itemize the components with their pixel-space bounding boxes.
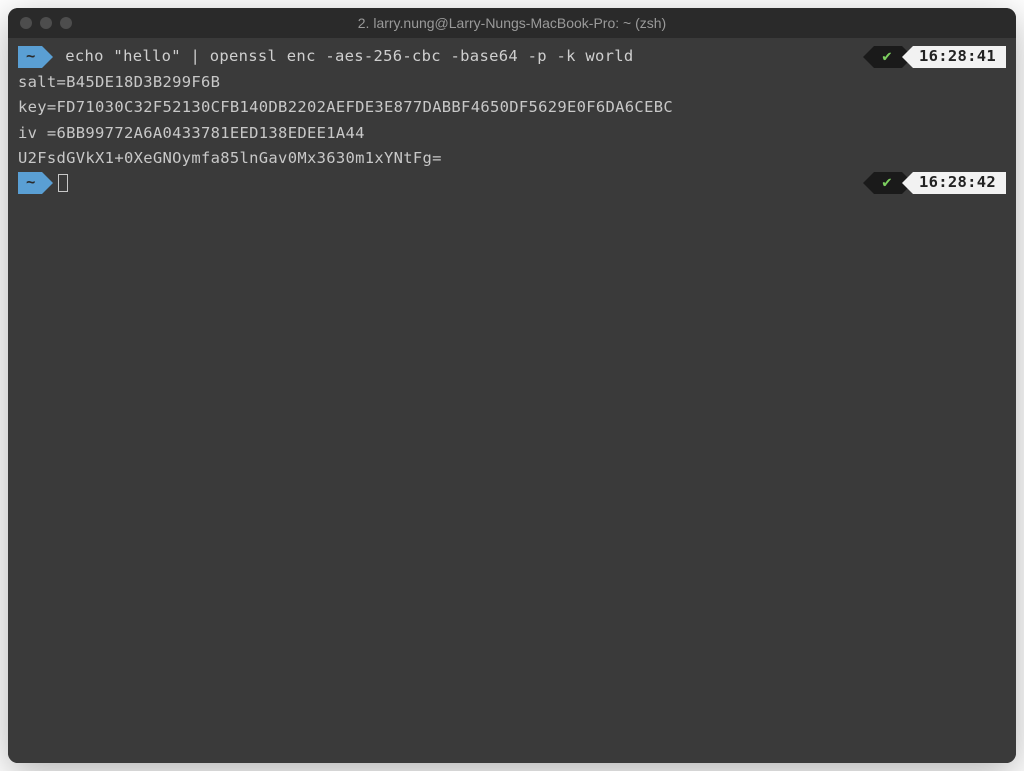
cursor-icon xyxy=(58,174,68,192)
minimize-icon[interactable] xyxy=(40,17,52,29)
time-badge: 16:28:42 xyxy=(913,172,1006,194)
check-icon: ✔ xyxy=(882,170,892,196)
output-line: key=FD71030C32F52130CFB140DB2202AEFDE3E8… xyxy=(18,95,1006,121)
status-badge: ✔ xyxy=(874,46,902,68)
command-line: ~ ✔ 16:28:42 xyxy=(18,172,1006,194)
status-badge: ✔ xyxy=(874,172,902,194)
window-title: 2. larry.nung@Larry-Nungs-MacBook-Pro: ~… xyxy=(8,15,1016,31)
command-text: echo "hello" | openssl enc -aes-256-cbc … xyxy=(56,44,634,70)
command-line: ~ echo "hello" | openssl enc -aes-256-cb… xyxy=(18,44,1006,70)
close-icon[interactable] xyxy=(20,17,32,29)
terminal-body[interactable]: ~ echo "hello" | openssl enc -aes-256-cb… xyxy=(8,38,1016,763)
output-line: salt=B45DE18D3B299F6B xyxy=(18,70,1006,96)
titlebar[interactable]: 2. larry.nung@Larry-Nungs-MacBook-Pro: ~… xyxy=(8,8,1016,38)
output-line: U2FsdGVkX1+0XeGNOymfa85lnGav0Mx3630m1xYN… xyxy=(18,146,1006,172)
maximize-icon[interactable] xyxy=(60,17,72,29)
prompt-segment: ~ xyxy=(18,46,42,68)
time-badge: 16:28:41 xyxy=(913,46,1006,68)
traffic-lights xyxy=(8,17,72,29)
output-line: iv =6BB99772A6A0433781EED138EDEE1A44 xyxy=(18,121,1006,147)
check-icon: ✔ xyxy=(882,44,892,70)
terminal-window: 2. larry.nung@Larry-Nungs-MacBook-Pro: ~… xyxy=(8,8,1016,763)
prompt-segment: ~ xyxy=(18,172,42,194)
